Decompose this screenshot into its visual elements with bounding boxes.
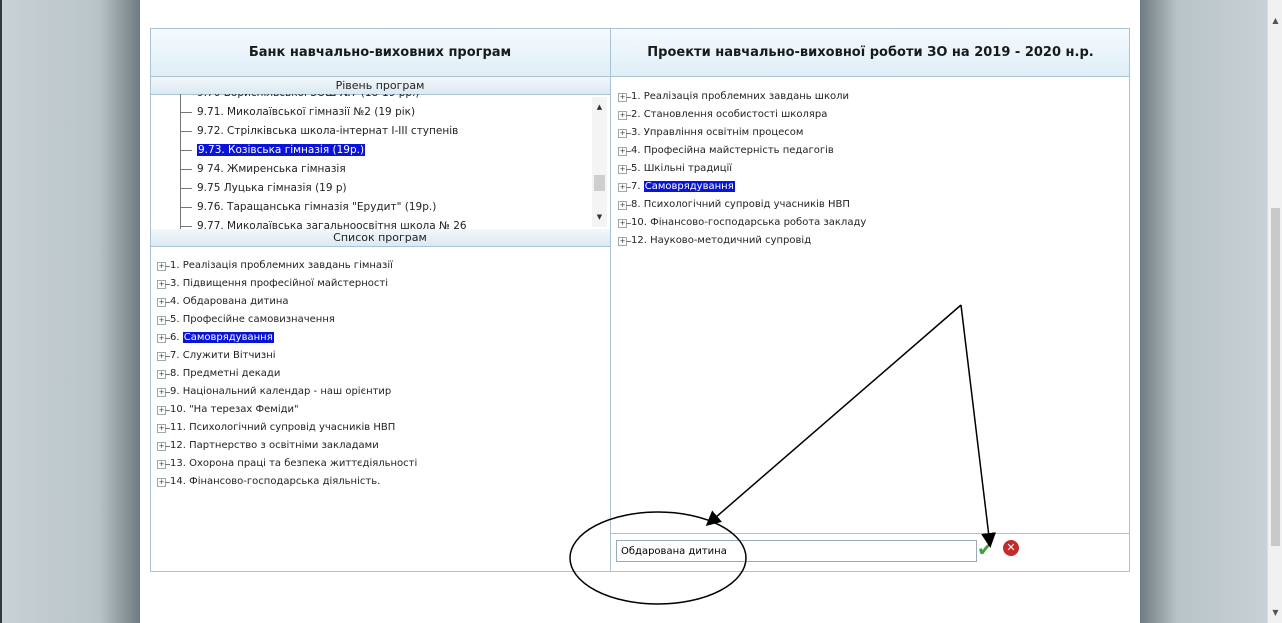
left-page-gutter [0,0,140,623]
scrollbar-thumb[interactable] [1271,208,1280,546]
scroll-down-icon[interactable]: ▼ [1268,606,1282,620]
main-panel-border [150,28,1130,572]
page-scrollbar[interactable]: ▲ ▼ [1267,0,1282,623]
scroll-up-icon[interactable]: ▲ [1268,14,1282,28]
right-page-gutter [1140,0,1267,623]
